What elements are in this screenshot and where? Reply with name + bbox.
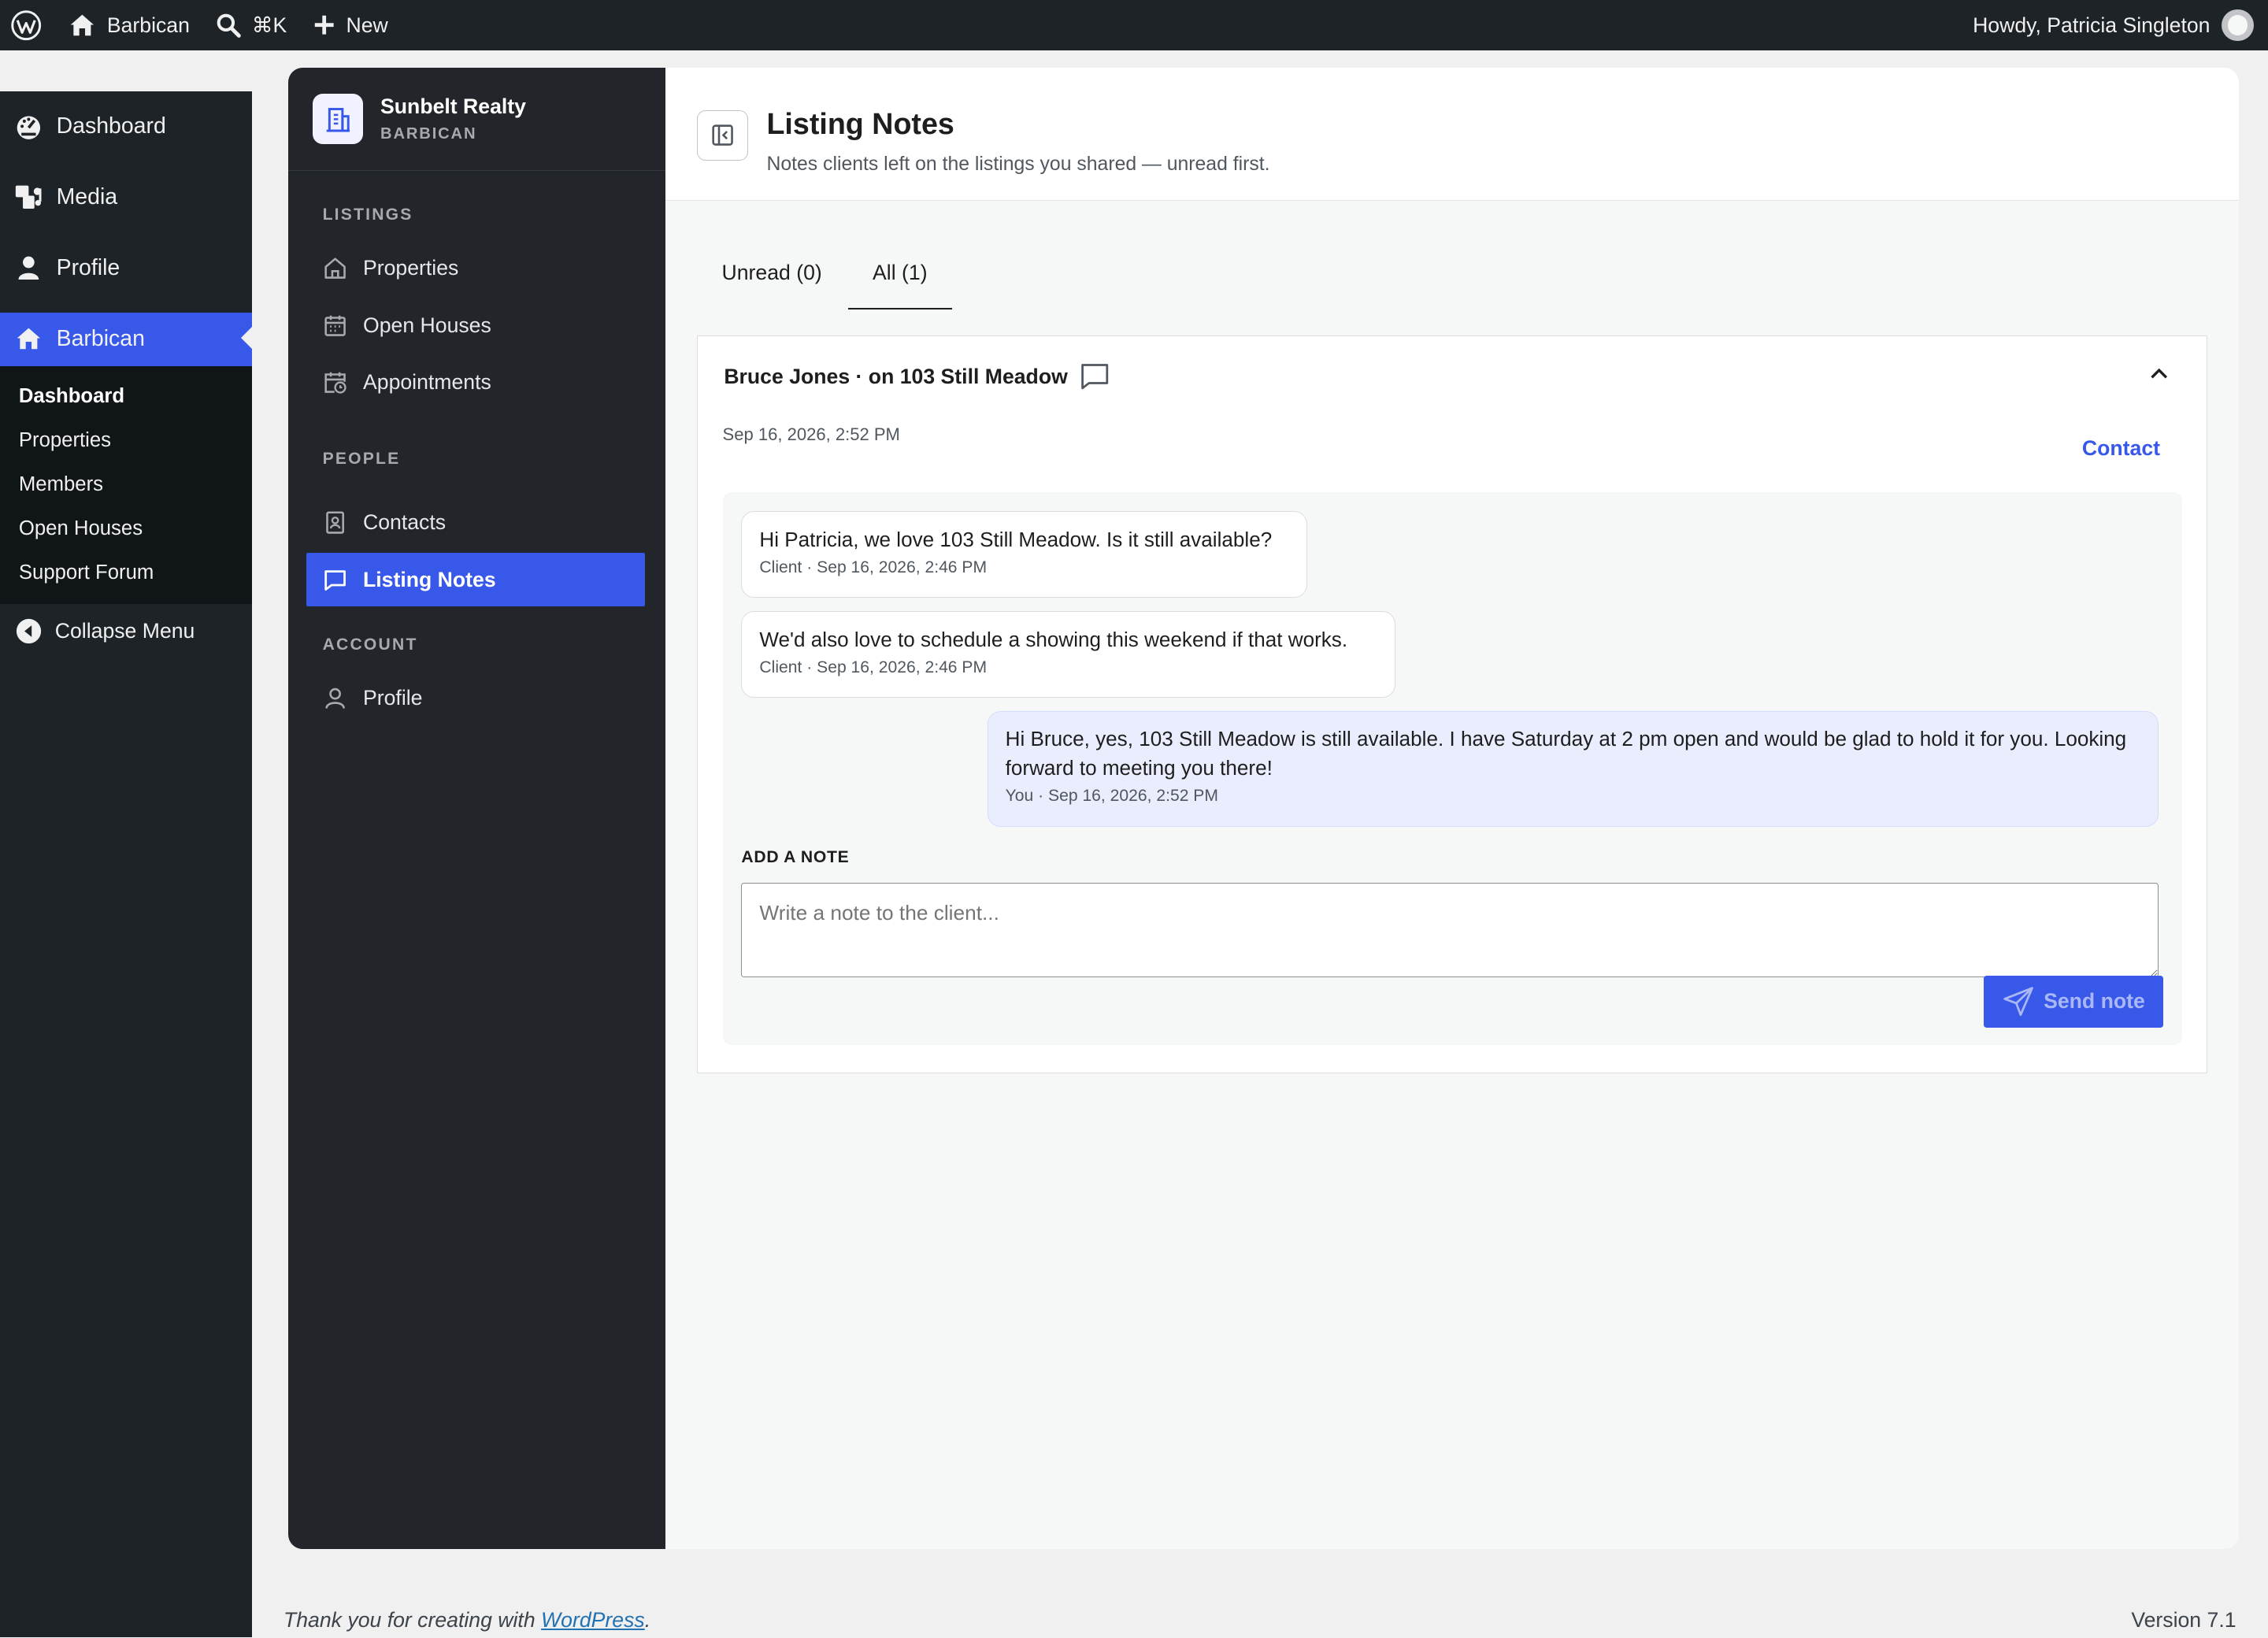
dashboard-icon (17, 116, 41, 140)
message-bubble: Hi Patricia, we love 103 Still Meadow. I… (741, 511, 1307, 598)
plus-icon (315, 16, 334, 35)
home-icon (70, 14, 94, 35)
menu-item-label: Barbican (56, 326, 145, 352)
brand-header: Sunbelt Realty BARBICAN (287, 68, 665, 171)
footer-thanks-prefix: Thank you for creating with (283, 1608, 542, 1632)
nav-item-label: Contacts (363, 510, 447, 535)
nav-item-contacts[interactable]: Contacts (306, 496, 645, 550)
menu-item-label: Profile (56, 255, 120, 281)
command-search-button[interactable]: ⌘K (202, 0, 299, 50)
new-label: New (346, 13, 388, 37)
menu-item-barbican[interactable]: Barbican (0, 312, 252, 366)
sidebar-collapse-icon (712, 124, 733, 146)
send-note-label: Send note (2044, 989, 2145, 1014)
brand-subtitle: BARBICAN (380, 124, 477, 143)
building-icon (312, 93, 363, 145)
submenu-item-members[interactable]: Members (0, 463, 252, 507)
send-icon (2003, 987, 2033, 1016)
nav-item-label: Open Houses (363, 313, 491, 337)
message-meta: You · Sep 16, 2026, 2:52 PM (1005, 787, 1218, 806)
nav-item-appointments[interactable]: Appointments (306, 356, 645, 410)
account-menu[interactable]: Howdy, Patricia Singleton (1973, 0, 2268, 50)
app-sidebar: Sunbelt Realty BARBICAN LISTINGS Propert… (287, 68, 665, 1550)
home-outline-icon (324, 258, 346, 279)
nav-section-account: ACCOUNT (322, 636, 418, 654)
nav-section-listings: LISTINGS (322, 205, 413, 224)
submenu-item-open-houses[interactable]: Open Houses (0, 507, 252, 551)
nav-section-people: PEOPLE (322, 450, 401, 469)
message-bubble: We'd also love to schedule a showing thi… (741, 611, 1395, 699)
page-header: Listing Notes Notes clients left on the … (665, 68, 2240, 202)
add-note-label: ADD A NOTE (741, 848, 850, 867)
page-subtitle: Notes clients left on the listings you s… (766, 154, 1270, 176)
thread-header[interactable]: Bruce Jones · on 103 Still Meadow (698, 336, 2207, 417)
footer-thanks: Thank you for creating with WordPress. (284, 1608, 650, 1632)
nav-item-label: Properties (363, 256, 459, 280)
nav-item-label: Profile (363, 686, 423, 710)
main-content: Listing Notes Notes clients left on the … (665, 68, 2240, 1549)
brand-name: Sunbelt Realty (380, 94, 526, 119)
barbican-submenu: Dashboard Properties Members Open Houses… (0, 365, 252, 604)
footer-thanks-suffix: . (644, 1608, 651, 1632)
contact-button[interactable]: Contact (2082, 436, 2160, 461)
media-icon (16, 185, 42, 209)
wordpress-logo-icon[interactable] (0, 0, 55, 50)
page-title: Listing Notes (766, 106, 954, 140)
nav-item-properties[interactable]: Properties (306, 242, 645, 295)
profile-icon (18, 256, 39, 280)
menu-item-label: Media (56, 184, 118, 210)
new-content-button[interactable]: New (300, 0, 402, 50)
wordpress-link[interactable]: WordPress (541, 1608, 645, 1632)
notes-tabs: Unread (0) All (1) (722, 240, 2240, 310)
site-name-link[interactable]: Barbican (55, 0, 203, 50)
note-input[interactable] (741, 883, 2159, 977)
message-meta: Client · Sep 16, 2026, 2:46 PM (759, 658, 988, 676)
thread-title: Bruce Jones · on 103 Still Meadow (724, 364, 1068, 388)
admin-menu: Dashboard Media Profile Barbican Dashboa… (0, 91, 252, 1638)
menu-item-label: Dashboard (56, 113, 166, 139)
avatar (2222, 9, 2254, 42)
collapse-menu-button[interactable]: Collapse Menu (0, 606, 252, 658)
message-text: Hi Bruce, yes, 103 Still Meadow is still… (1005, 727, 2127, 780)
nav-item-profile[interactable]: Profile (306, 672, 645, 725)
send-note-button[interactable]: Send note (1983, 975, 2163, 1028)
greeting-text: Howdy, Patricia Singleton (1973, 13, 2211, 37)
menu-item-profile[interactable]: Profile (0, 233, 252, 304)
site-name-label: Barbican (106, 13, 190, 37)
app-panel: Sunbelt Realty BARBICAN LISTINGS Propert… (287, 68, 2240, 1550)
search-shortcut-label: ⌘K (251, 13, 287, 37)
submenu-item-support-forum[interactable]: Support Forum (0, 551, 252, 595)
menu-item-dashboard[interactable]: Dashboard (0, 91, 252, 162)
message-text: Hi Patricia, we love 103 Still Meadow. I… (759, 527, 1273, 551)
search-icon (217, 13, 241, 38)
tab-all[interactable]: All (1) (847, 240, 953, 310)
nav-item-label: Appointments (363, 370, 491, 395)
nav-item-listing-notes[interactable]: Listing Notes (306, 553, 646, 607)
tab-unread[interactable]: Unread (0) (722, 240, 848, 309)
thread-date: Sep 16, 2026, 2:52 PM (722, 424, 900, 445)
calendar-clock-icon (324, 372, 346, 394)
message-meta: Client · Sep 16, 2026, 2:46 PM (759, 558, 988, 577)
nav-item-open-houses[interactable]: Open Houses (306, 298, 645, 352)
conversation: Hi Patricia, we love 103 Still Meadow. I… (722, 492, 2182, 1046)
user-outline-icon (324, 688, 345, 710)
message-text: We'd also love to schedule a showing thi… (759, 627, 1348, 651)
calendar-icon (324, 315, 346, 336)
chat-bubble-icon (1081, 364, 1109, 390)
my-message-bubble: Hi Bruce, yes, 103 Still Meadow is still… (987, 710, 2159, 827)
admin-bar: Barbican ⌘K New Howdy, Patricia Singleto… (0, 0, 2268, 51)
submenu-item-properties[interactable]: Properties (0, 419, 252, 463)
footer-version: Version 7.1 (2131, 1608, 2236, 1632)
chat-bubble-icon (324, 569, 346, 591)
nav-item-label: Listing Notes (363, 567, 496, 591)
collapse-icon (17, 619, 42, 644)
contact-card-icon (325, 511, 344, 534)
home-icon (17, 328, 41, 350)
note-thread: Bruce Jones · on 103 Still Meadow Sep 16… (697, 335, 2207, 1073)
menu-item-media[interactable]: Media (0, 162, 252, 233)
chevron-up-icon[interactable] (2148, 362, 2170, 385)
submenu-item-dashboard[interactable]: Dashboard (0, 375, 252, 419)
sidebar-toggle-button[interactable] (697, 109, 748, 161)
collapse-menu-label: Collapse Menu (54, 619, 195, 643)
